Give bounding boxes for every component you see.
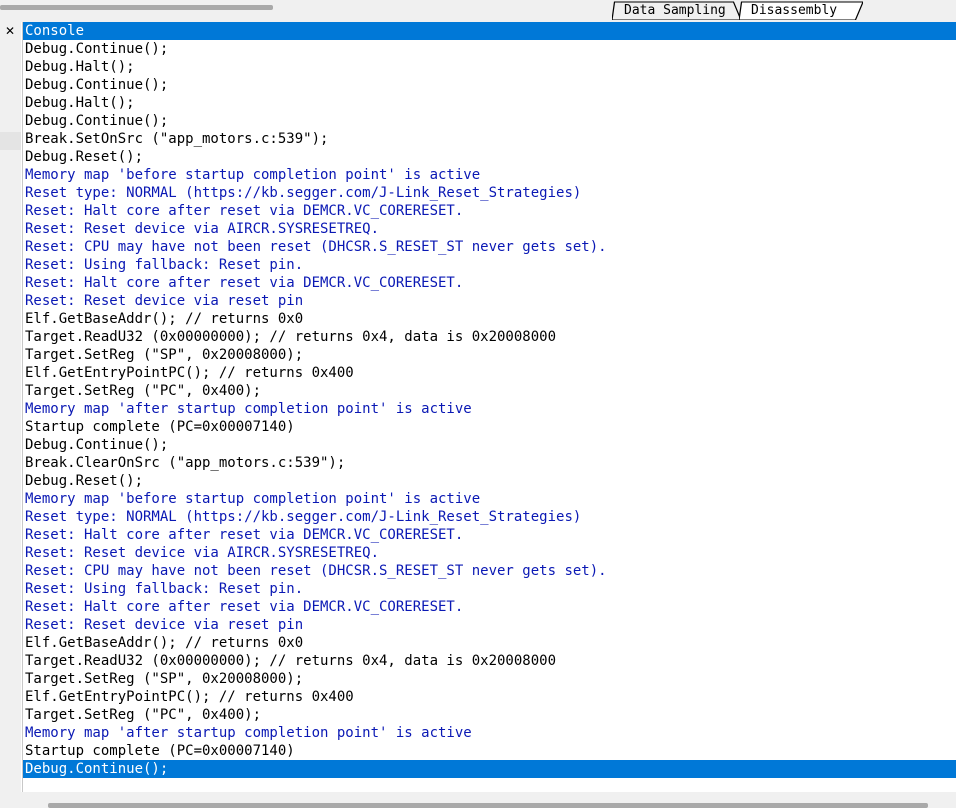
top-toolbar-strip: Data Sampling Disassembly <box>0 0 956 22</box>
tab-disassembly-label: Disassembly <box>751 3 838 18</box>
console-line[interactable]: Debug.Reset(); <box>23 148 956 166</box>
console-line[interactable]: Reset: Reset device via reset pin <box>23 616 956 634</box>
console-line[interactable]: Debug.Continue(); <box>23 436 956 454</box>
tab-disassembly[interactable]: Disassembly <box>739 1 863 20</box>
console-line[interactable]: Debug.Halt(); <box>23 94 956 112</box>
console-line[interactable]: Break.ClearOnSrc ("app_motors.c:539"); <box>23 454 956 472</box>
console-line[interactable]: Elf.GetBaseAddr(); // returns 0x0 <box>23 634 956 652</box>
close-icon[interactable]: ✕ <box>3 24 17 38</box>
console-line[interactable]: Debug.Reset(); <box>23 472 956 490</box>
tab-data-sampling-label: Data Sampling <box>624 3 726 18</box>
console-line[interactable]: Debug.Continue(); <box>23 76 956 94</box>
console-line[interactable]: Target.SetReg ("SP", 0x20008000); <box>23 670 956 688</box>
console-line[interactable]: Memory map 'before startup completion po… <box>23 490 956 508</box>
console-line[interactable]: Reset type: NORMAL (https://kb.segger.co… <box>23 508 956 526</box>
top-horizontal-scrollbar[interactable] <box>0 5 273 10</box>
console-line[interactable]: Reset: Halt core after reset via DEMCR.V… <box>23 598 956 616</box>
console-line[interactable]: Elf.GetEntryPointPC(); // returns 0x400 <box>23 688 956 706</box>
console-line[interactable]: Reset: Halt core after reset via DEMCR.V… <box>23 526 956 544</box>
console-line[interactable]: Target.SetReg ("SP", 0x20008000); <box>23 346 956 364</box>
console-line[interactable]: Debug.Continue(); <box>23 112 956 130</box>
console-line[interactable]: Reset: Using fallback: Reset pin. <box>23 580 956 598</box>
console-line[interactable]: Elf.GetBaseAddr(); // returns 0x0 <box>23 310 956 328</box>
console-panel: Console Debug.Continue(); Debug.Halt(); De… <box>22 22 956 792</box>
console-line[interactable]: Target.SetReg ("PC", 0x400); <box>23 706 956 724</box>
console-line[interactable]: Target.ReadU32 (0x00000000); // returns … <box>23 652 956 670</box>
console-line[interactable]: Elf.GetEntryPointPC(); // returns 0x400 <box>23 364 956 382</box>
console-line[interactable]: Reset: Using fallback: Reset pin. <box>23 256 956 274</box>
tab-data-sampling[interactable]: Data Sampling <box>612 1 741 20</box>
tab-strip: Data Sampling Disassembly <box>612 1 863 20</box>
console-line[interactable]: Reset: Halt core after reset via DEMCR.V… <box>23 274 956 292</box>
console-line[interactable]: Break.SetOnSrc ("app_motors.c:539"); <box>23 130 956 148</box>
console-line[interactable]: Reset: Reset device via reset pin <box>23 292 956 310</box>
console-line[interactable]: Reset: CPU may have not been reset (DHCS… <box>23 562 956 580</box>
console-line[interactable]: Target.SetReg ("PC", 0x400); <box>23 382 956 400</box>
console-line[interactable]: Target.ReadU32 (0x00000000); // returns … <box>23 328 956 346</box>
gutter-marker <box>0 132 21 150</box>
left-gutter <box>0 22 21 792</box>
console-line[interactable]: Debug.Halt(); <box>23 58 956 76</box>
bottom-horizontal-scrollbar[interactable] <box>48 803 928 808</box>
console-line-selected[interactable]: Debug.Continue(); <box>23 760 956 778</box>
console-line[interactable]: Reset: Halt core after reset via DEMCR.V… <box>23 202 956 220</box>
console-line[interactable]: Reset: CPU may have not been reset (DHCS… <box>23 238 956 256</box>
console-line[interactable]: Startup complete (PC=0x00007140) <box>23 418 956 436</box>
console-line[interactable]: Startup complete (PC=0x00007140) <box>23 742 956 760</box>
console-line[interactable]: Reset type: NORMAL (https://kb.segger.co… <box>23 184 956 202</box>
console-output[interactable]: Debug.Continue(); Debug.Halt(); Debug.Cont… <box>23 40 956 778</box>
console-line[interactable]: Debug.Continue(); <box>23 40 956 58</box>
console-line[interactable]: Memory map 'after startup completion poi… <box>23 724 956 742</box>
console-line[interactable]: Memory map 'before startup completion po… <box>23 166 956 184</box>
console-title: Console <box>23 22 956 40</box>
console-line[interactable]: Reset: Reset device via AIRCR.SYSRESETRE… <box>23 544 956 562</box>
bottom-strip <box>0 792 956 808</box>
console-line[interactable]: Reset: Reset device via AIRCR.SYSRESETRE… <box>23 220 956 238</box>
console-line[interactable]: Memory map 'after startup completion poi… <box>23 400 956 418</box>
